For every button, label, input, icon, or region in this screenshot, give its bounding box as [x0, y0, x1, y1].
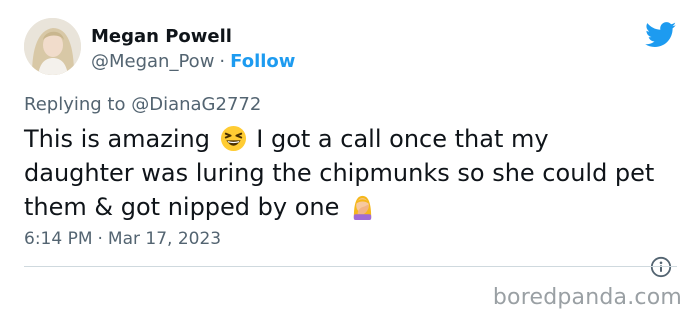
tweet-date: Mar 17, 2023 [107, 229, 222, 249]
watermark: boredpanda.com [492, 285, 682, 310]
timestamp-separator: · [97, 229, 103, 249]
tweet-card: Megan Powell @Megan_Pow · Follow Replying … [0, 0, 700, 282]
replying-to: Replying to @DianaG2772 [24, 94, 261, 115]
avatar[interactable] [24, 18, 81, 75]
tweet-timestamp[interactable]: 6:14 PM · Mar 17, 2023 [24, 229, 221, 249]
divider [24, 266, 677, 267]
reply-mention-link[interactable]: @DianaG2772 [131, 94, 261, 115]
info-circle-icon[interactable] [650, 256, 672, 278]
separator-dot: · [219, 51, 226, 72]
woman-facepalming-emoji-icon [349, 193, 376, 220]
author-handle[interactable]: @Megan_Pow [91, 51, 214, 72]
author-handle-row: @Megan_Pow · Follow [91, 51, 295, 72]
tweet-text: This is amazing I got a call once that m… [24, 122, 664, 224]
grinning-squinting-face-emoji-icon [220, 125, 247, 152]
avatar-image [24, 18, 81, 75]
follow-button[interactable]: Follow [230, 51, 295, 72]
tweet-text-part1: This is amazing [24, 125, 210, 153]
author-name[interactable]: Megan Powell [91, 26, 232, 47]
tweet-time: 6:14 PM [24, 229, 93, 249]
twitter-bird-icon[interactable] [645, 22, 677, 48]
replying-prefix: Replying to [24, 94, 126, 115]
